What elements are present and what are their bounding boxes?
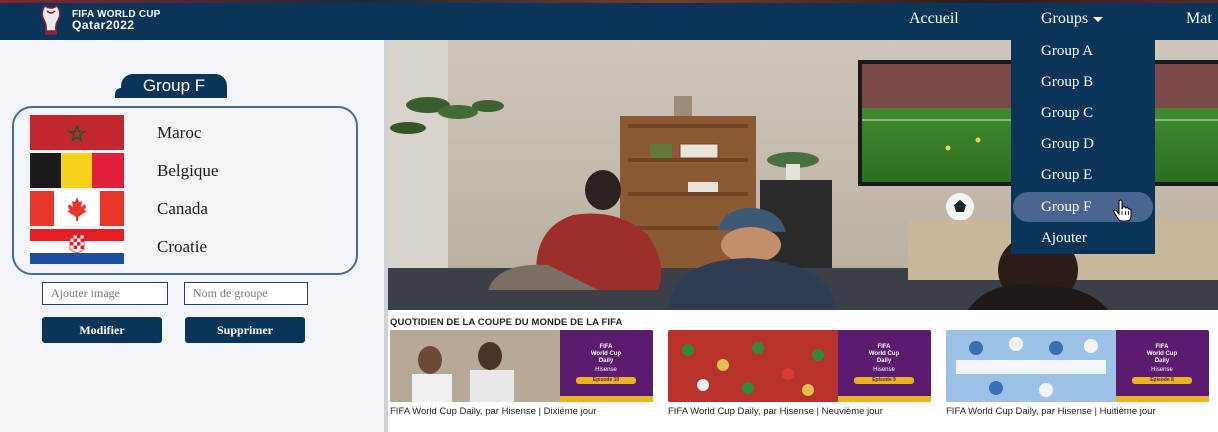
episode-label: Episode 8: [1132, 377, 1192, 384]
nav-groups-label: Groups: [1041, 10, 1089, 27]
nav-accueil[interactable]: Accueil: [909, 10, 959, 28]
daily-badge: FIFA World Cup Daily Hisense Episode 9: [854, 344, 914, 384]
video-card[interactable]: FIFA World Cup Daily Hisense Episode 9 F…: [668, 330, 931, 417]
video-thumbnail[interactable]: FIFA World Cup Daily Hisense Episode 9: [668, 330, 931, 402]
caret-down-icon: [1093, 16, 1104, 22]
top-navbar: FIFA WORLD CUP Qatar2022 Accueil Groups …: [0, 0, 1218, 40]
groups-dropdown-menu: Group A Group B Group C Group D Group E …: [1011, 36, 1155, 254]
team-name: Canada: [157, 199, 208, 218]
belgium-flag: [30, 153, 124, 188]
menu-item-group-b[interactable]: Group B: [1011, 67, 1155, 97]
video-title[interactable]: FIFA World Cup Daily, par Hisense | Huit…: [946, 407, 1209, 417]
banner-strip: [0, 0, 1218, 3]
video-card[interactable]: FIFA World Cup Daily Hisense Episode 8 F…: [946, 330, 1209, 417]
badge-line3: Daily: [598, 358, 614, 364]
canada-flag: [30, 191, 124, 226]
video-thumbnail[interactable]: FIFA World Cup Daily Hisense Episode 8: [946, 330, 1209, 402]
episode-label: Episode 10: [576, 377, 636, 384]
menu-item-group-e[interactable]: Group E: [1011, 160, 1155, 190]
badge-line2: World Cup: [1146, 351, 1178, 357]
video-thumbnail[interactable]: FIFA World Cup Daily Hisense Episode 10: [390, 330, 653, 402]
badge-line2: World Cup: [868, 351, 900, 357]
logo-line2: Qatar2022: [72, 18, 135, 32]
badge-sponsor: Hisense: [873, 367, 895, 373]
daily-badge: FIFA World Cup Daily Hisense Episode 10: [576, 344, 636, 384]
trophy-icon: [41, 4, 61, 35]
menu-item-group-d[interactable]: Group D: [1011, 129, 1155, 159]
video-card[interactable]: FIFA World Cup Daily Hisense Episode 10 …: [390, 330, 653, 417]
team-name: Belgique: [157, 161, 219, 180]
episode-label: Episode 9: [854, 377, 914, 384]
video-title[interactable]: FIFA World Cup Daily, par Hisense | Neuv…: [668, 407, 931, 417]
video-title[interactable]: FIFA World Cup Daily, par Hisense | Dixi…: [390, 407, 653, 417]
badge-line1: FIFA: [599, 344, 613, 350]
badge-line3: Daily: [876, 358, 892, 364]
badge-sponsor: Hisense: [595, 367, 617, 373]
menu-item-ajouter[interactable]: Ajouter: [1011, 223, 1155, 253]
image-input[interactable]: [42, 282, 168, 305]
modify-button[interactable]: Modifier: [42, 317, 162, 343]
hand-cursor-icon: [1113, 199, 1132, 222]
morocco-flag: [30, 115, 124, 150]
delete-button[interactable]: Supprimer: [185, 317, 305, 343]
daily-section-title: QUOTIDIEN DE LA COUPE DU MONDE DE LA FIF…: [390, 317, 623, 328]
team-name: Croatie: [157, 237, 208, 256]
croatia-flag: [30, 229, 124, 264]
menu-item-group-a[interactable]: Group A: [1011, 36, 1155, 66]
nav-groups[interactable]: Groups: [1041, 10, 1104, 28]
team-name: Maroc: [157, 123, 202, 142]
group-title-tab: Group F: [115, 74, 227, 98]
nav-matches[interactable]: Mat: [1186, 10, 1212, 28]
badge-sponsor: Hisense: [1151, 367, 1173, 373]
badge-line3: Daily: [1154, 358, 1170, 364]
badge-line1: FIFA: [1155, 344, 1169, 350]
badge-line1: FIFA: [877, 344, 891, 350]
fifa-logo[interactable]: FIFA WORLD CUP Qatar2022: [36, 3, 161, 37]
daily-badge: FIFA World Cup Daily Hisense Episode 8: [1132, 344, 1192, 384]
menu-item-group-c[interactable]: Group C: [1011, 98, 1155, 128]
group-name-input[interactable]: [184, 282, 308, 305]
badge-line2: World Cup: [590, 351, 622, 357]
team-list: Maroc Belgique Canada Croatie: [12, 106, 358, 275]
